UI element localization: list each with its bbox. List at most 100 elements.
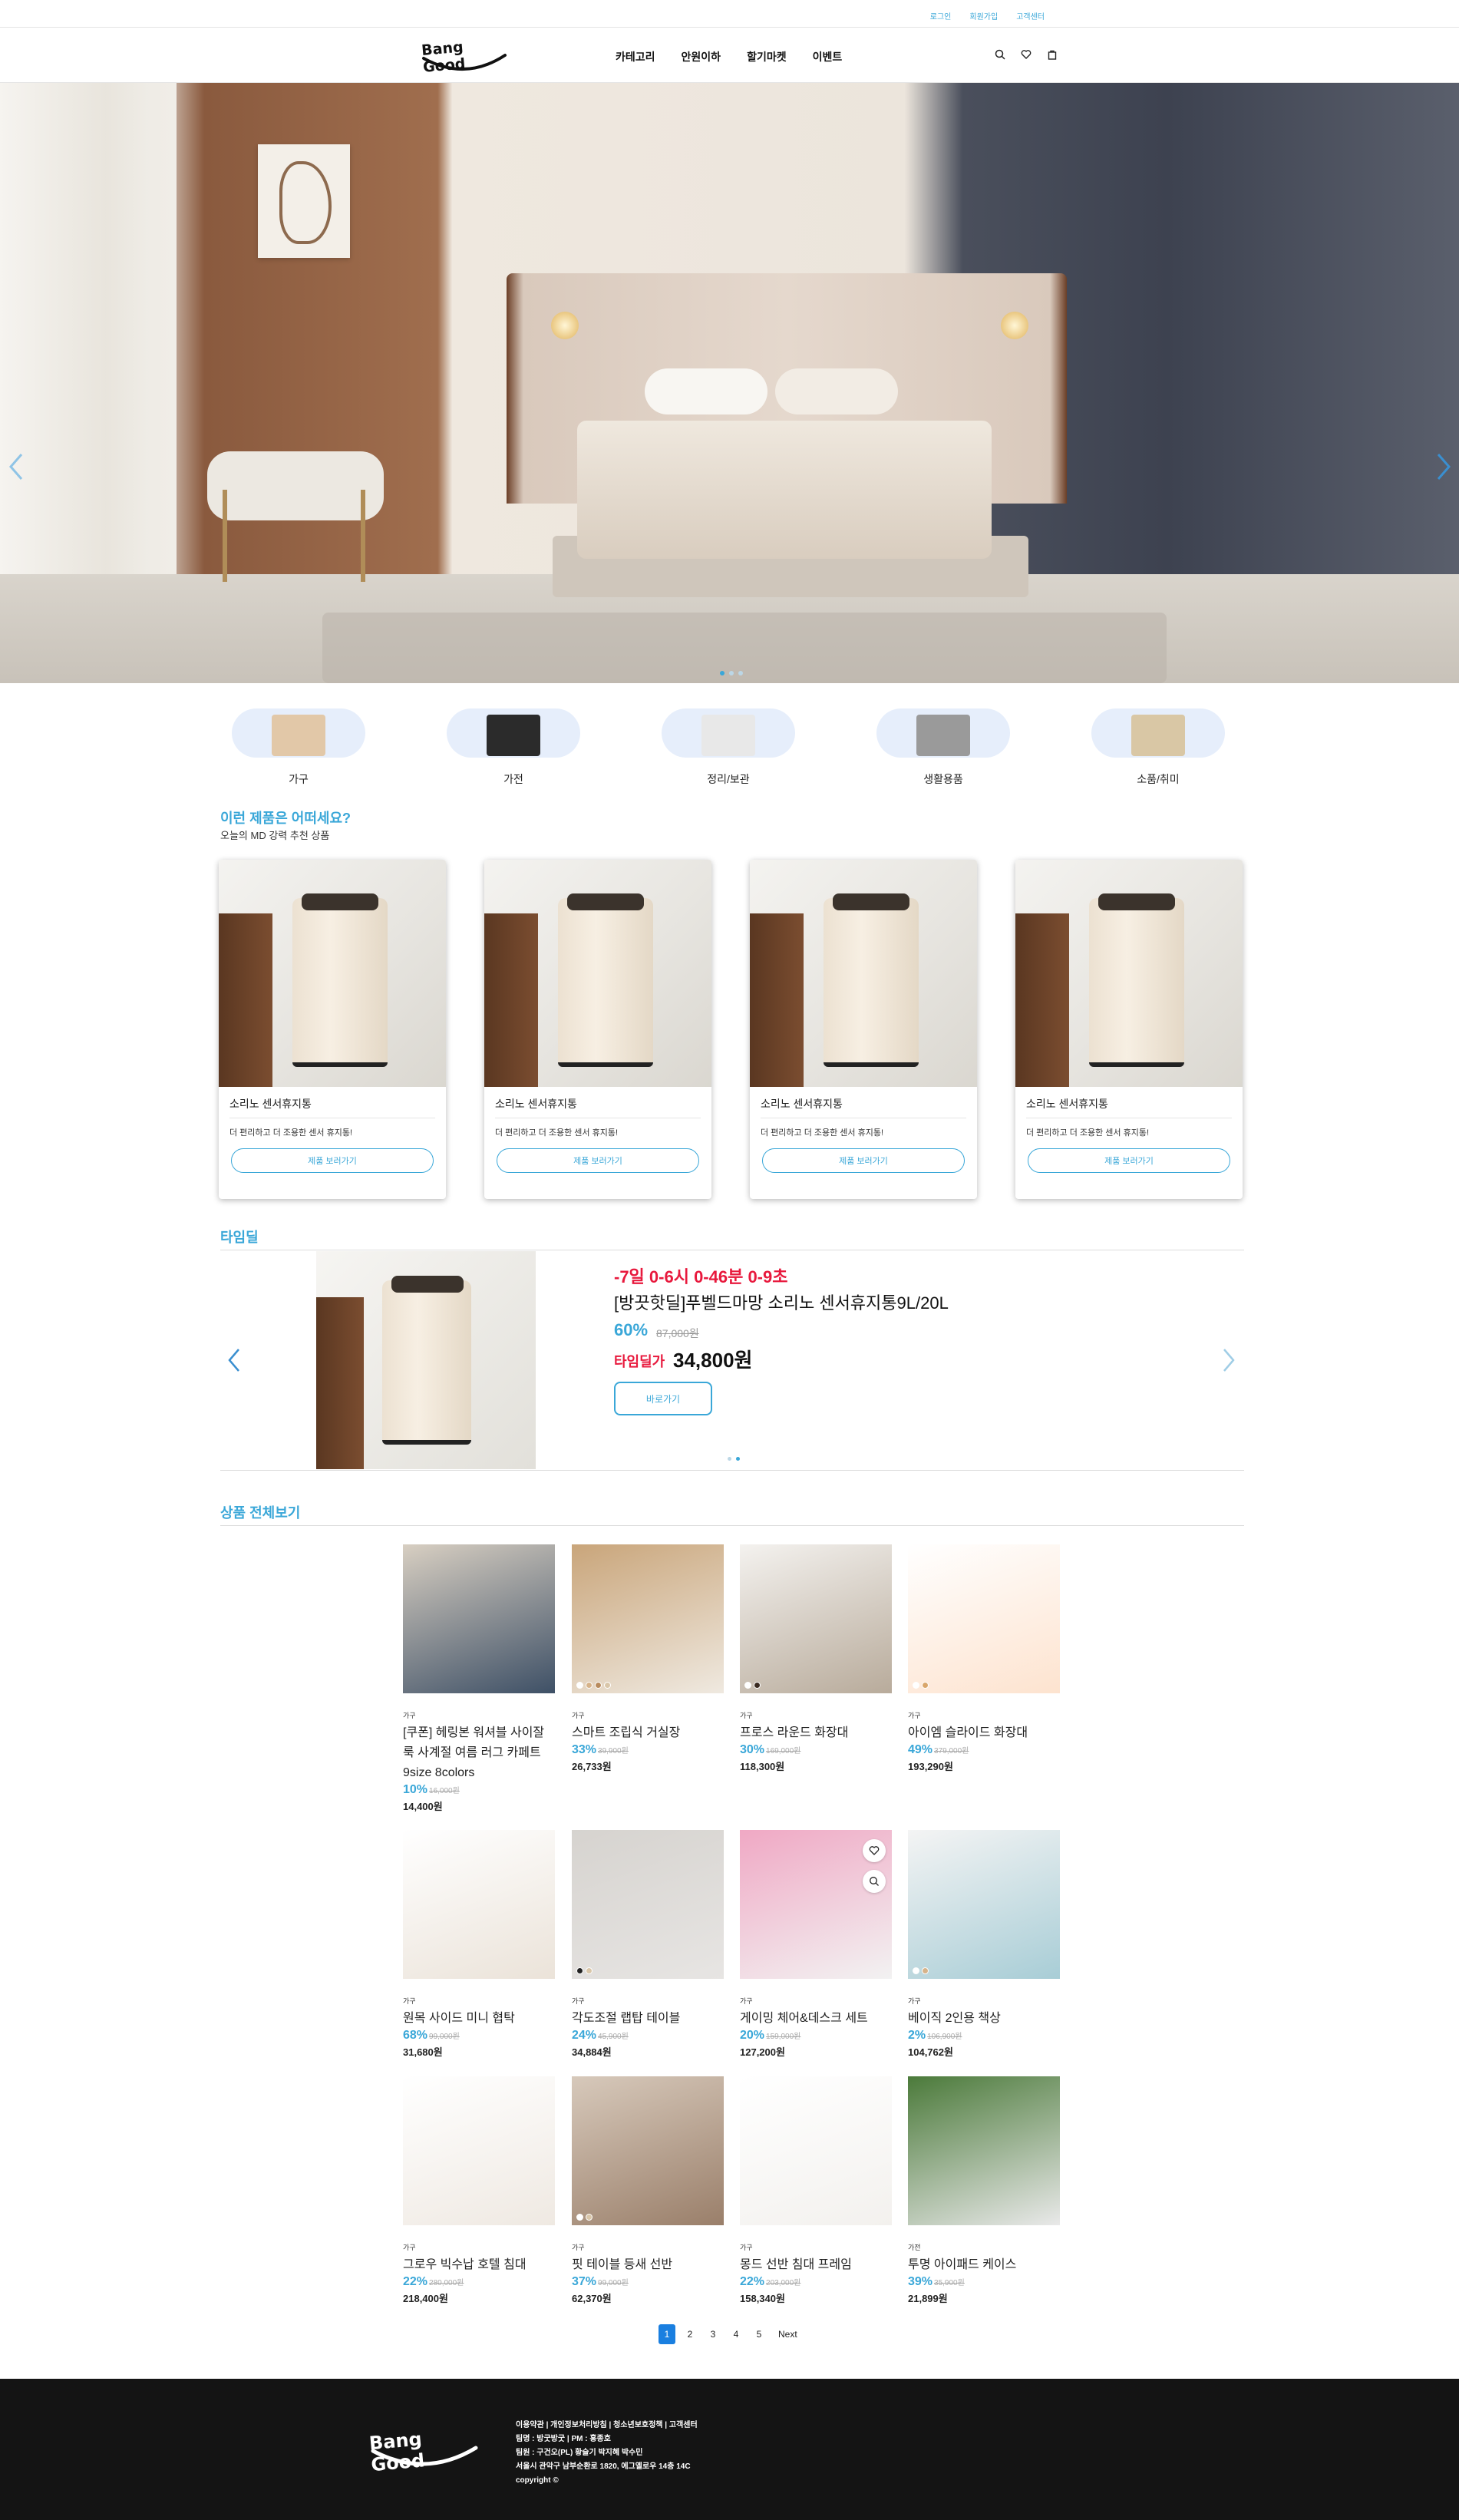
md-product-card[interactable]: 소리노 센서휴지통 더 편리하고 더 조용한 센서 휴지통! 제품 보러가기 <box>484 860 711 1199</box>
view-product-button[interactable]: 제품 보러가기 <box>762 1148 965 1173</box>
color-swatch[interactable] <box>595 1682 602 1689</box>
product-card[interactable]: 가구 베이직 2인용 책상 2% 106,900원 104,762원 <box>908 1830 1060 2059</box>
product-image[interactable] <box>740 1544 892 1693</box>
product-name[interactable]: 그로우 빅수납 호텔 침대 <box>403 2255 555 2275</box>
color-swatch[interactable] <box>604 1682 611 1689</box>
nav-event[interactable]: 이벤트 <box>813 49 843 64</box>
color-swatch[interactable] <box>922 1967 929 1974</box>
timedeal-product-name[interactable]: [방끗핫딜]푸벨드마망 소리노 센서휴지통9L/20L <box>614 1290 949 1314</box>
sale-price: 21,899원 <box>908 2293 948 2304</box>
product-image[interactable] <box>740 2076 892 2225</box>
color-swatch[interactable] <box>754 1682 761 1689</box>
md-section-subtitle: 오늘의 MD 강력 추천 상품 <box>220 830 330 841</box>
category-storage[interactable]: 정리/보관 <box>662 708 795 787</box>
login-link[interactable]: 로그인 <box>930 10 952 21</box>
footer-logo[interactable]: Bang Good <box>367 2425 482 2475</box>
product-card[interactable]: 가전 투명 아이패드 케이스 39% 35,900원 21,899원 <box>908 2076 1060 2305</box>
bag-icon[interactable] <box>1045 48 1059 61</box>
product-card[interactable]: 가구 프로스 라운드 화장대 30% 169,000원 118,300원 <box>740 1544 892 1773</box>
footer-policy-links[interactable]: 이용약관 | 개인정보처리방침 | 청소년보호정책 | 고객센터 <box>516 2419 698 2432</box>
product-name[interactable]: 투명 아이패드 케이스 <box>908 2255 1060 2275</box>
product-name[interactable]: 핏 테이블 등새 선반 <box>572 2255 724 2275</box>
color-swatch[interactable] <box>586 1967 593 1974</box>
site-logo[interactable]: Bang Good <box>419 38 510 76</box>
product-card[interactable]: 가구 핏 테이블 등새 선반 37% 99,000원 62,370원 <box>572 2076 724 2305</box>
timedeal-product-image[interactable] <box>316 1251 536 1469</box>
next-page-button[interactable]: Next <box>778 2324 797 2344</box>
nav-item-3[interactable]: 할기마켓 <box>747 49 787 64</box>
page-button[interactable]: 3 <box>705 2324 721 2344</box>
product-name[interactable]: 게이밍 체어&데스크 세트 <box>740 2009 892 2029</box>
product-card[interactable]: 가구 게이밍 체어&데스크 세트 20% 159,000원 127,200원 <box>740 1830 892 2059</box>
product-card[interactable]: 가구 스마트 조립식 거실장 33% 39,900원 26,733원 <box>572 1544 724 1773</box>
nav-item-2[interactable]: 안원이하 <box>682 49 721 64</box>
color-swatch[interactable] <box>576 1682 583 1689</box>
product-image[interactable] <box>908 1830 1060 1979</box>
view-product-button[interactable]: 제품 보러가기 <box>1028 1148 1230 1173</box>
md-product-card[interactable]: 소리노 센서휴지통 더 편리하고 더 조용한 센서 휴지통! 제품 보러가기 <box>1015 860 1243 1199</box>
category-furniture[interactable]: 가구 <box>232 708 365 787</box>
hero-prev-arrow-icon[interactable] <box>8 451 25 482</box>
md-product-card[interactable]: 소리노 센서휴지통 더 편리하고 더 조용한 센서 휴지통! 제품 보러가기 <box>750 860 977 1199</box>
nav-category[interactable]: 카테고리 <box>616 49 655 64</box>
product-image[interactable] <box>403 1544 555 1693</box>
product-image[interactable] <box>908 1544 1060 1693</box>
hero-dot[interactable] <box>729 671 734 675</box>
color-swatch[interactable] <box>913 1967 919 1974</box>
product-card[interactable]: 가구 [쿠폰] 헤링본 워셔블 사이잘룩 사계절 여름 러그 카페트 9size … <box>403 1544 555 1813</box>
product-card[interactable]: 가구 몽드 선반 침대 프레임 22% 203,000원 158,340원 <box>740 2076 892 2305</box>
timedeal-dot[interactable] <box>736 1457 740 1461</box>
color-swatch[interactable] <box>586 2214 593 2221</box>
product-name[interactable]: 각도조절 랩탑 테이블 <box>572 2009 724 2029</box>
product-name[interactable]: 몽드 선반 침대 프레임 <box>740 2255 892 2275</box>
color-swatch[interactable] <box>576 1967 583 1974</box>
product-image[interactable] <box>403 1830 555 1979</box>
hero-dot[interactable] <box>720 671 725 675</box>
hero-next-arrow-icon[interactable] <box>1435 451 1452 482</box>
category-appliance[interactable]: 가전 <box>447 708 580 787</box>
product-name[interactable]: 스마트 조립식 거실장 <box>572 1723 724 1743</box>
color-swatch[interactable] <box>922 1682 929 1689</box>
view-product-button[interactable]: 제품 보러가기 <box>497 1148 699 1173</box>
timedeal-dot[interactable] <box>728 1457 731 1461</box>
color-swatch[interactable] <box>576 2214 583 2221</box>
product-name[interactable]: 원목 사이드 미니 협탁 <box>403 2009 555 2029</box>
product-card[interactable]: 가구 원목 사이드 미니 협탁 68% 99,000원 31,680원 <box>403 1830 555 2059</box>
timedeal-go-button[interactable]: 바로가기 <box>614 1382 712 1415</box>
hero-banner[interactable] <box>0 83 1459 683</box>
search-icon[interactable] <box>993 48 1007 61</box>
product-name[interactable]: 프로스 라운드 화장대 <box>740 1723 892 1743</box>
color-swatch[interactable] <box>586 1682 593 1689</box>
product-card[interactable]: 가구 그로우 빅수납 호텔 침대 22% 280,000원 218,400원 <box>403 2076 555 2305</box>
product-image[interactable] <box>740 1830 892 1979</box>
category-hobby[interactable]: 소품/취미 <box>1091 708 1225 787</box>
color-swatch[interactable] <box>744 1682 751 1689</box>
signup-link[interactable]: 회원가입 <box>969 10 998 21</box>
category-living[interactable]: 생활용품 <box>876 708 1010 787</box>
support-link[interactable]: 고객센터 <box>1016 10 1045 21</box>
product-card[interactable]: 가구 각도조절 랩탑 테이블 24% 45,900원 34,884원 <box>572 1830 724 2059</box>
product-image[interactable] <box>572 1544 724 1693</box>
page-button[interactable]: 1 <box>659 2324 675 2344</box>
hero-dot[interactable] <box>738 671 743 675</box>
site-footer: Bang Good 이용약관 | 개인정보처리방침 | 청소년보호정책 | 고객… <box>0 2379 1459 2520</box>
product-name[interactable]: 아이엠 슬라이드 화장대 <box>908 1723 1060 1743</box>
product-image[interactable] <box>403 2076 555 2225</box>
wishlist-heart-icon[interactable] <box>863 1839 886 1862</box>
product-image[interactable] <box>572 2076 724 2225</box>
color-swatch[interactable] <box>913 1682 919 1689</box>
product-card[interactable]: 가구 아이엠 슬라이드 화장대 49% 379,000원 193,290원 <box>908 1544 1060 1773</box>
product-image[interactable] <box>572 1830 724 1979</box>
page-button[interactable]: 5 <box>751 2324 767 2344</box>
zoom-search-icon[interactable] <box>863 1870 886 1893</box>
product-image[interactable] <box>908 2076 1060 2225</box>
md-product-card[interactable]: 소리노 센서휴지통 더 편리하고 더 조용한 센서 휴지통! 제품 보러가기 <box>219 860 446 1199</box>
page-button[interactable]: 2 <box>682 2324 698 2344</box>
view-product-button[interactable]: 제품 보러가기 <box>231 1148 434 1173</box>
product-name[interactable]: [쿠폰] 헤링본 워셔블 사이잘룩 사계절 여름 러그 카페트 9size 8c… <box>403 1723 555 1783</box>
timedeal-next-arrow-icon[interactable] <box>1222 1348 1236 1372</box>
heart-icon[interactable] <box>1019 48 1033 61</box>
page-button[interactable]: 4 <box>728 2324 744 2344</box>
product-name[interactable]: 베이직 2인용 책상 <box>908 2009 1060 2029</box>
timedeal-prev-arrow-icon[interactable] <box>227 1348 241 1372</box>
